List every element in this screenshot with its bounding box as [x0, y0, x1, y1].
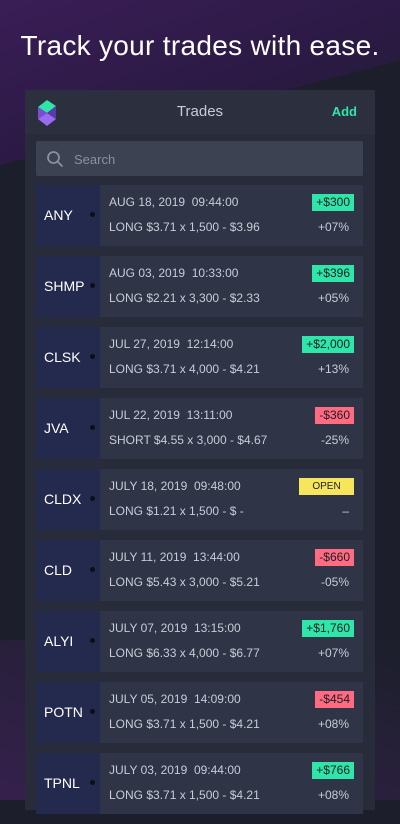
- search-input[interactable]: [72, 141, 356, 178]
- ticker-dot: [90, 709, 95, 714]
- ticker-symbol: SHMP: [44, 278, 85, 294]
- trade-date: AUG 18, 2019 09:44:00: [109, 195, 239, 209]
- trade-detail: LONG $3.71 x 4,000 - $4.21: [109, 362, 260, 376]
- trade-card[interactable]: ALYI JULY 07, 2019 13:15:00 LONG $6.33 x…: [36, 611, 363, 672]
- ticker-symbol: CLDX: [44, 491, 82, 507]
- trade-detail: LONG $2.21 x 3,300 - $2.33: [109, 291, 260, 305]
- headline: Track your trades with ease.: [20, 30, 380, 61]
- ticker-dot: [90, 354, 95, 359]
- ticker-symbol: CLSK: [44, 349, 81, 365]
- pnl-percent: +08%: [317, 717, 349, 731]
- pnl-badge: -$660: [315, 549, 354, 566]
- open-status-badge: OPEN: [299, 478, 354, 495]
- trade-detail: SHORT $4.55 x 3,000 - $4.67: [109, 433, 268, 447]
- trade-detail: LONG $1.21 x 1,500 - $ -: [109, 504, 244, 518]
- ticker-symbol: JVA: [44, 420, 69, 436]
- ticker-dot: [90, 638, 95, 643]
- trade-date: JULY 18, 2019 09:48:00: [109, 479, 241, 493]
- pnl-badge: +$396: [312, 265, 354, 282]
- pnl-badge: +$1,760: [302, 620, 354, 637]
- add-trade-button[interactable]: Add: [332, 104, 357, 119]
- ticker-symbol: TPNL: [44, 775, 80, 791]
- trade-date: JULY 05, 2019 14:09:00: [109, 692, 241, 706]
- trade-card[interactable]: CLDX JULY 18, 2019 09:48:00 LONG $1.21 x…: [36, 469, 363, 530]
- pnl-badge: +$2,000: [302, 336, 354, 353]
- trade-card[interactable]: POTN JULY 05, 2019 14:09:00 LONG $3.71 x…: [36, 682, 363, 743]
- trade-detail: LONG $6.33 x 4,000 - $6.77: [109, 646, 260, 660]
- ticker-dot: [90, 496, 95, 501]
- ticker-symbol: ALYI: [44, 633, 74, 649]
- ticker-dot: [90, 212, 95, 217]
- search-icon: [47, 151, 63, 167]
- page-title: Trades: [176, 103, 224, 120]
- trade-card[interactable]: SHMP AUG 03, 2019 10:33:00 LONG $2.21 x …: [36, 256, 363, 317]
- pnl-percent: -05%: [320, 575, 349, 589]
- trades-list: ANY AUG 18, 2019 09:44:00 LONG $3.71 x 1…: [36, 185, 363, 824]
- trade-date: JUL 22, 2019 13:11:00: [109, 408, 233, 422]
- pnl-badge: -$454: [315, 691, 354, 708]
- pnl-percent: -25%: [320, 433, 349, 447]
- pnl-badge: -$360: [315, 407, 354, 424]
- ticker-symbol: ANY: [44, 207, 73, 223]
- pnl-percent: –: [342, 504, 349, 518]
- pnl-badge: +$766: [312, 762, 354, 779]
- trade-date: JUL 27, 2019 12:14:00: [109, 337, 234, 351]
- ticker-dot: [90, 567, 95, 572]
- ticker-dot: [90, 425, 95, 430]
- pnl-percent: +07%: [317, 220, 349, 234]
- trade-date: JULY 07, 2019 13:15:00: [109, 621, 241, 635]
- top-bar: Trades Add: [25, 90, 375, 134]
- trade-detail: LONG $5.43 x 3,000 - $5.21: [109, 575, 260, 589]
- ticker-dot: [90, 780, 95, 785]
- trade-card[interactable]: ANY AUG 18, 2019 09:44:00 LONG $3.71 x 1…: [36, 185, 363, 246]
- trade-date: AUG 03, 2019 10:33:00: [109, 266, 239, 280]
- ticker-dot: [90, 283, 95, 288]
- trade-detail: LONG $3.71 x 1,500 - $4.21: [109, 717, 260, 731]
- ticker-symbol: POTN: [44, 704, 83, 720]
- trade-card[interactable]: CLD JULY 11, 2019 13:44:00 LONG $5.43 x …: [36, 540, 363, 601]
- trade-card[interactable]: TPNL JULY 03, 2019 09:44:00 LONG $3.71 x…: [36, 753, 363, 814]
- ticker-symbol: CLD: [44, 562, 73, 578]
- trade-card[interactable]: CLSK JUL 27, 2019 12:14:00 LONG $3.71 x …: [36, 327, 363, 388]
- search-bar[interactable]: [36, 141, 363, 178]
- pnl-percent: +07%: [317, 646, 349, 660]
- trade-card[interactable]: JVA JUL 22, 2019 13:11:00 SHORT $4.55 x …: [36, 398, 363, 459]
- trade-date: JULY 11, 2019 13:44:00: [109, 550, 240, 564]
- pnl-badge: +$300: [312, 194, 354, 211]
- pnl-percent: +05%: [317, 291, 349, 305]
- pnl-percent: +13%: [317, 362, 349, 376]
- trade-detail: LONG $3.71 x 1,500 - $3.96: [109, 220, 260, 234]
- trade-date: JULY 03, 2019 09:44:00: [109, 763, 241, 777]
